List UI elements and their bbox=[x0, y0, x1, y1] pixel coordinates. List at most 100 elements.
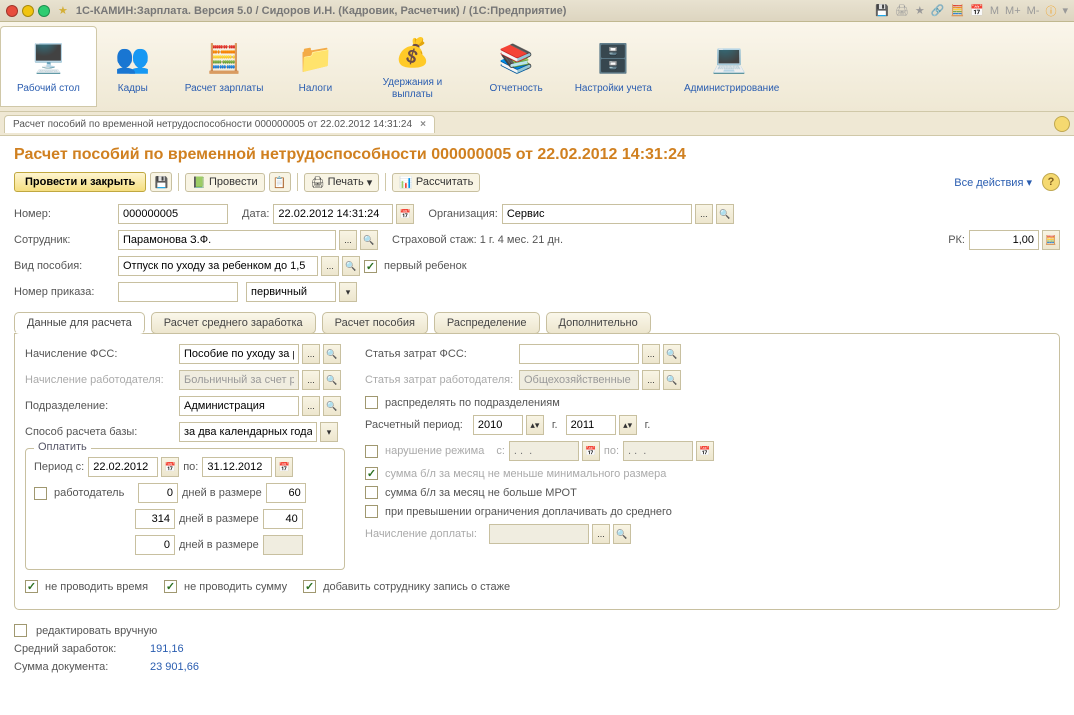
days0-field[interactable] bbox=[138, 483, 178, 503]
close-tab-icon[interactable]: × bbox=[420, 119, 426, 130]
search-icon[interactable]: 🔍 bbox=[342, 256, 360, 276]
star-icon[interactable]: ★ bbox=[915, 4, 925, 17]
tb-salary[interactable]: 🧮Расчет зарплаты bbox=[169, 26, 280, 107]
dept-field[interactable] bbox=[179, 396, 299, 416]
no-sum-checkbox[interactable] bbox=[164, 580, 177, 593]
select-icon[interactable]: ... bbox=[302, 344, 320, 364]
star-icon[interactable]: ★ bbox=[58, 4, 68, 17]
spinner-icon[interactable]: ▴▾ bbox=[619, 415, 637, 435]
post-and-close-button[interactable]: Провести и закрыть bbox=[14, 172, 146, 192]
size0-field[interactable] bbox=[266, 483, 306, 503]
print-button[interactable]: 🖨Печать▾ bbox=[304, 173, 380, 192]
edit-manual-checkbox[interactable] bbox=[14, 624, 27, 637]
search-icon: 🔍 bbox=[323, 370, 341, 390]
doc-button[interactable]: 📋 bbox=[269, 172, 291, 192]
first-child-label: первый ребенок bbox=[384, 260, 467, 272]
select-icon: ... bbox=[302, 370, 320, 390]
days1-field[interactable] bbox=[135, 509, 175, 529]
calculate-button[interactable]: 📊Рассчитать bbox=[392, 173, 480, 192]
select-icon[interactable]: ... bbox=[695, 204, 713, 224]
spinner-icon[interactable]: ▴▾ bbox=[526, 415, 544, 435]
tb-taxes[interactable]: 📁Налоги bbox=[279, 26, 351, 107]
tb-settings[interactable]: 🗄️Настройки учета bbox=[559, 26, 668, 107]
mrot-checkbox[interactable] bbox=[365, 486, 378, 499]
info-icon[interactable]: ⓘ bbox=[1045, 3, 1056, 19]
save-button[interactable]: 💾 bbox=[150, 172, 172, 192]
fss-art-field[interactable] bbox=[519, 344, 639, 364]
year2-field[interactable] bbox=[566, 415, 616, 435]
min-size-checkbox[interactable] bbox=[365, 467, 378, 480]
calendar-icon[interactable]: 📅 bbox=[161, 457, 179, 477]
number-field[interactable] bbox=[118, 204, 228, 224]
org-field[interactable] bbox=[502, 204, 692, 224]
tb-reports[interactable]: 📚Отчетность bbox=[473, 26, 558, 107]
search-icon[interactable]: 🔍 bbox=[716, 204, 734, 224]
tab-dist[interactable]: Распределение bbox=[434, 312, 540, 334]
select-icon[interactable]: ... bbox=[642, 344, 660, 364]
expand-button[interactable] bbox=[1054, 116, 1070, 132]
dropdown-icon[interactable]: ▾ bbox=[339, 282, 357, 302]
size1-field[interactable] bbox=[263, 509, 303, 529]
calc-icon[interactable]: 🧮 bbox=[950, 4, 964, 17]
fss-art-label: Статья затрат ФСС: bbox=[365, 348, 515, 360]
dropdown-icon[interactable]: ▾ bbox=[1062, 4, 1068, 17]
calc-icon[interactable]: 🧮 bbox=[1042, 230, 1060, 250]
s-label: с: bbox=[496, 445, 505, 457]
dropdown-icon[interactable]: ▾ bbox=[320, 422, 338, 442]
year1-field[interactable] bbox=[473, 415, 523, 435]
calendar-icon[interactable]: 📅 bbox=[970, 4, 984, 17]
violation-from bbox=[509, 441, 579, 461]
tb-deductions[interactable]: 💰Удержания и выплаты bbox=[351, 26, 473, 107]
tb-admin[interactable]: 💻Администрирование bbox=[668, 26, 790, 107]
tab-data[interactable]: Данные для расчета bbox=[14, 312, 145, 334]
size-label: дней в размере bbox=[179, 539, 259, 551]
m-plus-button[interactable]: M+ bbox=[1005, 5, 1021, 17]
date-field[interactable] bbox=[273, 204, 393, 224]
m-minus-button[interactable]: M- bbox=[1027, 5, 1040, 17]
add-stazh-checkbox[interactable] bbox=[303, 580, 316, 593]
link-icon[interactable]: 🔗 bbox=[931, 4, 945, 17]
help-icon[interactable]: ? bbox=[1042, 173, 1060, 191]
base-field[interactable] bbox=[179, 422, 317, 442]
no-time-checkbox[interactable] bbox=[25, 580, 38, 593]
fss-field[interactable] bbox=[179, 344, 299, 364]
violation-checkbox[interactable] bbox=[365, 445, 378, 458]
print-icon[interactable]: 🖨 bbox=[895, 4, 909, 17]
save-icon[interactable]: 💾 bbox=[875, 4, 889, 17]
close-icon[interactable] bbox=[6, 5, 18, 17]
tb-desktop[interactable]: 🖥️Рабочий стол bbox=[0, 26, 97, 107]
m-button[interactable]: M bbox=[990, 5, 999, 17]
days2-field[interactable] bbox=[135, 535, 175, 555]
select-icon: ... bbox=[592, 524, 610, 544]
period-from-field[interactable] bbox=[88, 457, 158, 477]
search-icon[interactable]: 🔍 bbox=[360, 230, 378, 250]
post-button[interactable]: 📗Провести bbox=[185, 173, 264, 192]
search-icon[interactable]: 🔍 bbox=[323, 396, 341, 416]
first-child-checkbox[interactable] bbox=[364, 260, 377, 273]
calendar-icon[interactable]: 📅 bbox=[275, 457, 293, 477]
tab-extra[interactable]: Дополнительно bbox=[546, 312, 651, 334]
tab-avg[interactable]: Расчет среднего заработка bbox=[151, 312, 316, 334]
search-icon[interactable]: 🔍 bbox=[323, 344, 341, 364]
all-actions-link[interactable]: Все действия ▾ bbox=[954, 176, 1032, 189]
rk-field[interactable] bbox=[969, 230, 1039, 250]
calendar-icon[interactable]: 📅 bbox=[396, 204, 414, 224]
doc-tab[interactable]: Расчет пособий по временной нетрудоспосо… bbox=[4, 115, 435, 133]
tab-calc[interactable]: Расчет пособия bbox=[322, 312, 428, 334]
order-type-field[interactable] bbox=[246, 282, 336, 302]
search-icon[interactable]: 🔍 bbox=[663, 344, 681, 364]
order-field[interactable] bbox=[118, 282, 238, 302]
select-icon[interactable]: ... bbox=[339, 230, 357, 250]
minimize-icon[interactable] bbox=[22, 5, 34, 17]
select-icon[interactable]: ... bbox=[321, 256, 339, 276]
maximize-icon[interactable] bbox=[38, 5, 50, 17]
select-icon[interactable]: ... bbox=[302, 396, 320, 416]
employee-field[interactable] bbox=[118, 230, 336, 250]
kind-field[interactable] bbox=[118, 256, 318, 276]
tb-kadry[interactable]: 👥Кадры bbox=[97, 26, 169, 107]
employer-checkbox[interactable] bbox=[34, 487, 47, 500]
overflow-checkbox[interactable] bbox=[365, 505, 378, 518]
period-to-field[interactable] bbox=[202, 457, 272, 477]
dist-dept-checkbox[interactable] bbox=[365, 396, 378, 409]
document-title: Расчет пособий по временной нетрудоспосо… bbox=[14, 146, 1060, 164]
